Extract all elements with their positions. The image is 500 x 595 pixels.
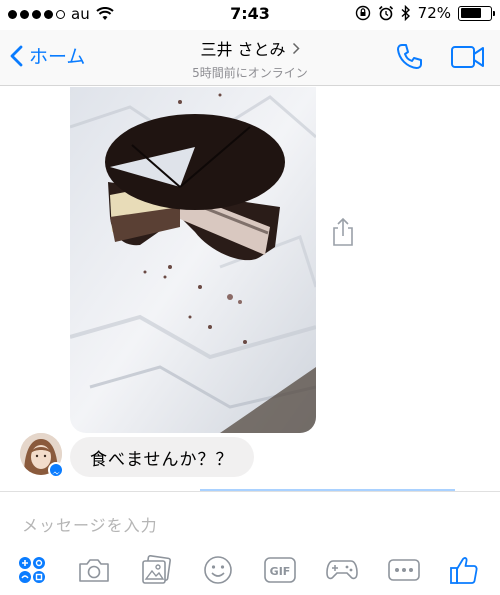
call-actions — [394, 42, 486, 72]
rotation-lock-icon — [355, 5, 370, 21]
emoji-icon[interactable] — [200, 552, 236, 588]
message-text: 食べませんか？？ — [90, 449, 234, 470]
status-right: 72% — [355, 4, 495, 22]
battery-icon — [458, 5, 495, 21]
contact-status: 5時間前にオンライン — [192, 66, 308, 80]
messenger-badge-icon — [48, 462, 64, 478]
photo-image — [70, 87, 316, 433]
message-list: 食べませんか？？ — [0, 87, 500, 491]
back-button[interactable]: ホーム — [10, 42, 85, 69]
composer-divider — [0, 491, 500, 492]
more-icon[interactable] — [386, 552, 422, 588]
message-bubble[interactable]: 食べませんか？？ — [70, 437, 254, 477]
like-icon[interactable] — [446, 552, 482, 588]
phone-icon[interactable] — [394, 42, 424, 72]
bluetooth-icon — [401, 5, 410, 21]
camera-icon[interactable] — [76, 552, 112, 588]
contact-name: 三井 さとみ — [200, 40, 286, 59]
gif-label: GIF — [270, 565, 291, 578]
composer-toolbar: GIF — [0, 552, 500, 592]
back-label: ホーム — [29, 46, 86, 68]
conversation-header: ホーム 三井 さとみ 5時間前にオンライン — [0, 30, 500, 86]
chevron-right-icon — [292, 42, 300, 54]
share-icon[interactable] — [330, 217, 356, 247]
battery-fill — [460, 8, 482, 18]
status-bar: au 7:43 72% — [0, 0, 500, 30]
contact-header[interactable]: 三井 さとみ 5時間前にオンライン — [150, 36, 350, 81]
cheesecake-photo[interactable] — [70, 87, 316, 433]
battery-percent: 72% — [417, 4, 451, 22]
gif-icon[interactable]: GIF — [262, 552, 298, 588]
video-call-icon[interactable] — [450, 44, 486, 70]
apps-icon[interactable] — [14, 552, 50, 588]
gallery-icon[interactable] — [138, 552, 174, 588]
game-icon[interactable] — [324, 552, 360, 588]
alarm-icon — [378, 5, 393, 21]
chevron-left-icon — [10, 45, 23, 66]
message-input[interactable]: メッセージを入力 — [22, 512, 158, 536]
